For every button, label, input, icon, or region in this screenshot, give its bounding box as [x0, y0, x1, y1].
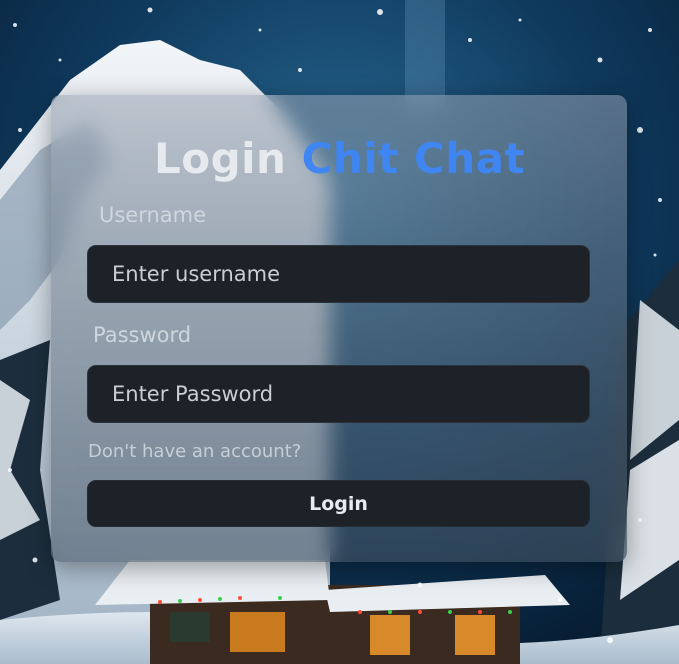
- page-title: Login Chit Chat: [0, 134, 679, 183]
- signup-link[interactable]: Don't have an account?: [88, 441, 301, 462]
- login-button[interactable]: Login: [87, 480, 590, 527]
- password-label: Password: [93, 323, 192, 347]
- password-input[interactable]: [87, 365, 590, 423]
- username-input[interactable]: [87, 245, 590, 303]
- title-login-text: Login: [153, 134, 287, 183]
- title-brand-text: Chit Chat: [301, 134, 526, 183]
- login-page: Login Chit Chat Username Password Don't …: [0, 0, 679, 664]
- username-label: Username: [99, 203, 207, 227]
